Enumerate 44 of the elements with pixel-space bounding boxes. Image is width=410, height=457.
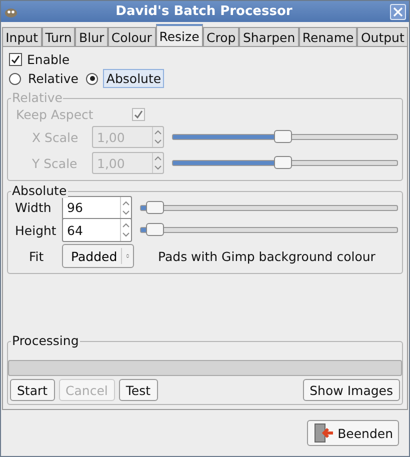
app-icon (4, 6, 18, 18)
radio-label: Relative (27, 70, 80, 87)
tab[interactable]: Output (357, 27, 408, 46)
action-button[interactable]: Show Images (302, 379, 400, 401)
size-label: Width (14, 200, 52, 215)
fit-note: Pads with Gimp background colour (158, 248, 376, 264)
spin-value: 1,00 (96, 130, 126, 144)
size-label: Height (14, 222, 58, 238)
exit-door-icon (312, 423, 335, 443)
window-title: David's Batch Processor (114, 4, 294, 19)
fit-dropdown[interactable]: Padded (62, 244, 134, 268)
tab[interactable]: Input (2, 27, 42, 46)
action-button[interactable]: Start (10, 379, 55, 401)
action-button[interactable]: Test (118, 379, 158, 401)
close-button[interactable] (390, 4, 406, 20)
radio-button[interactable] (86, 72, 98, 84)
spin-arrows-icon[interactable] (120, 219, 131, 241)
tab[interactable]: Crop (202, 27, 240, 46)
tab[interactable]: Blur (75, 27, 108, 46)
spin-value: 64 (66, 222, 84, 238)
tab[interactable]: Resize (156, 24, 203, 46)
scale-label: X Scale (31, 130, 80, 144)
group-title: Processing (11, 333, 80, 348)
spin-value: 1,00 (96, 156, 126, 170)
slider-thumb[interactable] (146, 200, 164, 214)
slider-thumb[interactable] (146, 223, 164, 236)
close-icon (393, 6, 403, 16)
checkbox-label: Enable (27, 52, 70, 67)
tab[interactable]: Turn (42, 27, 76, 46)
tab[interactable]: Sharpen (239, 27, 299, 46)
group-title: Relative (11, 90, 64, 105)
keep-aspect-label: Keep Aspect (15, 107, 94, 122)
tab[interactable]: Rename (298, 27, 358, 46)
group-title: Absolute (11, 183, 68, 198)
radio-button[interactable] (9, 72, 21, 84)
quit-button[interactable]: Beenden (306, 420, 399, 446)
enable-checkbox[interactable] (9, 53, 22, 66)
fit-label: Fit (28, 248, 45, 264)
spin-field[interactable]: 64 (62, 218, 132, 242)
spin-field[interactable]: 96 (62, 196, 132, 220)
spin-value: 96 (66, 200, 84, 215)
radio-label: Absolute (103, 69, 164, 88)
tab[interactable]: Colour (108, 27, 156, 46)
scale-label: Y Scale (31, 156, 78, 170)
